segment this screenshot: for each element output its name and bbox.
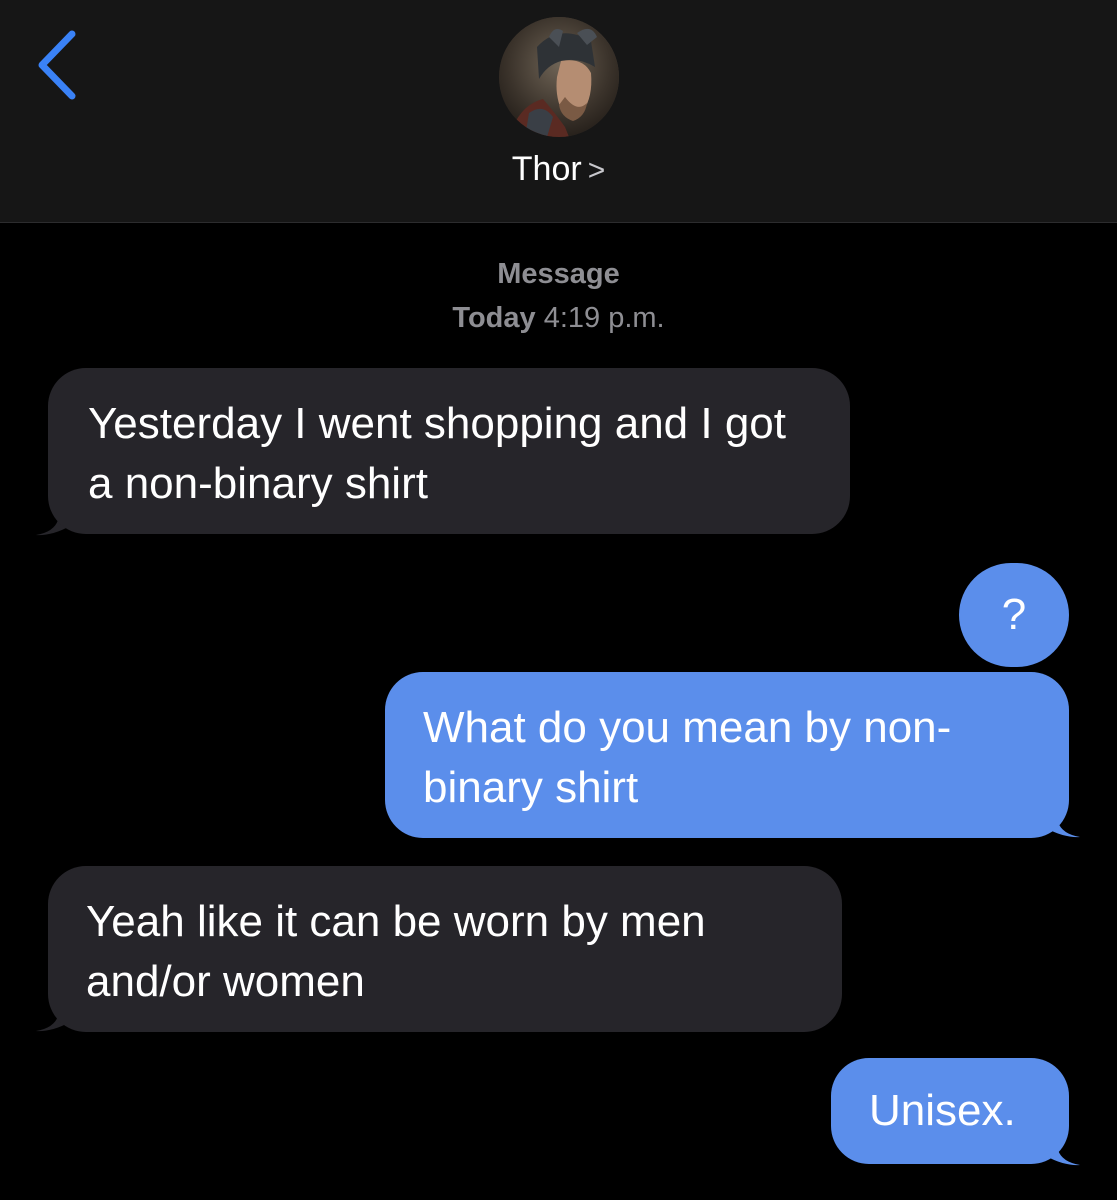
conversation-timestamp: Today 4:19 p.m.: [0, 302, 1117, 335]
contact-name: Thor: [511, 150, 582, 188]
message-bubble-incoming[interactable]: Yesterday I went shopping and I got a no…: [48, 368, 850, 534]
timestamp-day: Today: [452, 302, 536, 334]
message-text: What do you mean by non-binary shirt: [423, 703, 952, 812]
timestamp-time: 4:19 p.m.: [543, 302, 665, 334]
back-button[interactable]: [30, 28, 90, 104]
conversation-service-label: Message: [497, 258, 620, 290]
conversation-header: Thor >: [0, 0, 1117, 223]
message-text: Unisex.: [869, 1086, 1016, 1135]
message-text: Yeah like it can be worn by men and/or w…: [86, 897, 706, 1006]
message-bubble-outgoing[interactable]: Unisex.: [831, 1058, 1069, 1164]
chevron-right-icon: >: [587, 154, 606, 187]
message-bubble-outgoing[interactable]: ?: [959, 563, 1069, 667]
message-bubble-incoming[interactable]: Yeah like it can be worn by men and/or w…: [48, 866, 842, 1032]
contact-avatar[interactable]: [499, 17, 619, 137]
thor-avatar-icon: [499, 17, 619, 137]
chevron-left-icon: [38, 30, 76, 100]
contact-name-button[interactable]: Thor >: [0, 145, 1117, 195]
message-bubble-outgoing[interactable]: What do you mean by non-binary shirt: [385, 672, 1069, 838]
message-text: Yesterday I went shopping and I got a no…: [88, 399, 786, 508]
message-text: ?: [1001, 590, 1027, 639]
